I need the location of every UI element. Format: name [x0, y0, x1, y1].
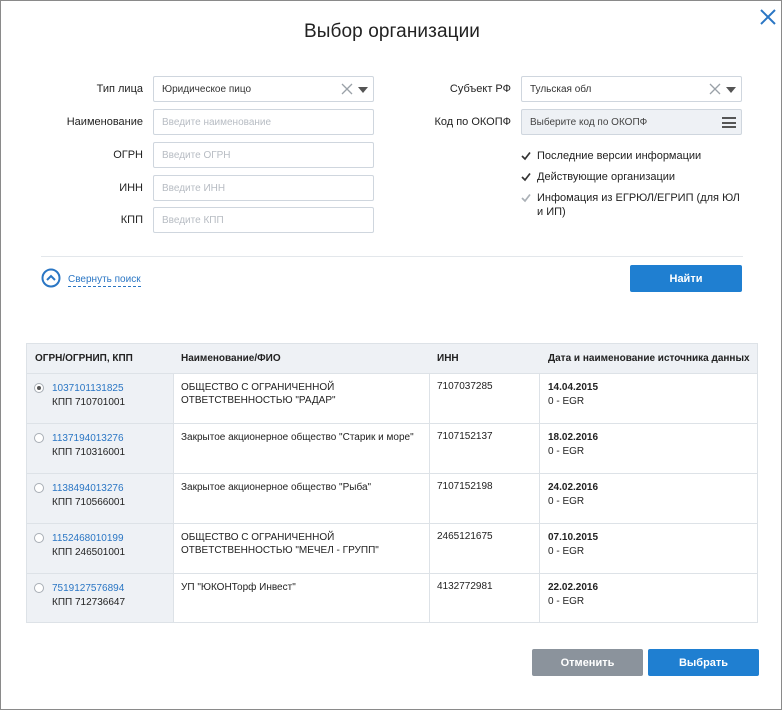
checkbox-label: Действующие организации [537, 171, 676, 183]
table-row[interactable]: 1138494013276 КПП 710566001 Закрытое акц… [27, 474, 757, 524]
inn-label: ИНН [119, 182, 143, 194]
chevron-down-icon[interactable] [358, 87, 368, 93]
name-input[interactable] [162, 116, 365, 128]
ogrn-link[interactable]: 1152468010199 [52, 533, 124, 544]
source-date: 24.02.2016 [548, 482, 599, 493]
menu-icon[interactable] [722, 117, 736, 128]
collapse-search-label[interactable]: Свернуть поиск [68, 274, 141, 287]
name-field[interactable] [153, 109, 374, 135]
kpp-value: КПП 712736647 [52, 597, 126, 608]
clear-icon[interactable] [709, 83, 721, 95]
table-row[interactable]: 1037101131825 КПП 710701001 ОБЩЕСТВО С О… [27, 374, 757, 424]
inn-value: 2465121675 [437, 531, 493, 542]
radio-icon[interactable] [34, 483, 44, 493]
name-label: Наименование [66, 116, 143, 128]
chevron-down-icon[interactable] [726, 87, 736, 93]
cancel-button[interactable]: Отменить [532, 649, 643, 676]
org-name: ОБЩЕСТВО С ОГРАНИЧЕННОЙ ОТВЕТСТВЕННОСТЬЮ… [181, 532, 379, 556]
kpp-input[interactable] [162, 214, 365, 226]
header-date-source: Дата и наименование источника данных [548, 353, 750, 364]
table-row[interactable]: 1137194013276 КПП 710316001 Закрытое акц… [27, 424, 757, 474]
okopf-label: Код по ОКОПФ [434, 116, 511, 128]
kpp-value: КПП 710566001 [52, 497, 126, 508]
source-name: 0 - EGR [548, 446, 585, 457]
checkbox-label: Инфомация из ЕГРЮЛ/ЕГРИП (для ЮЛ и ИП) [537, 192, 740, 218]
entity-type-select[interactable]: Юридическое пицо [153, 76, 374, 102]
source-name: 0 - EGR [548, 546, 585, 557]
ogrn-label: ОГРН [113, 149, 143, 161]
checkbox-checked-icon [521, 193, 531, 203]
source-name: 0 - EGR [548, 596, 585, 607]
header-ogrn: ОГРН/ОГРНИП, КПП [35, 353, 133, 364]
checkbox-egrul-info: Инфомация из ЕГРЮЛ/ЕГРИП (для ЮЛ и ИП) [521, 191, 743, 219]
chevron-up-circle-icon[interactable] [41, 268, 61, 293]
column-divider [539, 374, 540, 622]
column-divider [173, 374, 174, 622]
select-button[interactable]: Выбрать [648, 649, 759, 676]
org-name: Закрытое акционерное общество "Старик и … [181, 432, 414, 443]
ogrn-field[interactable] [153, 142, 374, 168]
ogrn-link[interactable]: 1137194013276 [52, 433, 124, 444]
ogrn-link[interactable]: 1138494013276 [52, 483, 124, 494]
ogrn-link[interactable]: 1037101131825 [52, 383, 124, 394]
checkbox-latest-versions[interactable]: Последние версии информации [521, 149, 743, 163]
header-inn: ИНН [437, 353, 459, 364]
kpp-value: КПП 246501001 [52, 547, 126, 558]
inn-value: 4132772981 [437, 581, 493, 592]
org-select-dialog: Выбор организации Тип лица Юридическое п… [0, 0, 782, 710]
inn-value: 7107152137 [437, 431, 493, 442]
checkbox-label: Последние версии информации [537, 150, 702, 162]
ogrn-link[interactable]: 7519127576894 [52, 583, 124, 594]
org-name: Закрытое акционерное общество "Рыба" [181, 482, 372, 493]
results-table: ОГРН/ОГРНИП, КПП Наименование/ФИО ИНН Да… [26, 343, 758, 623]
region-label: Субъект РФ [449, 83, 511, 95]
table-row[interactable]: 7519127576894 КПП 712736647 УП "ЮКОНТорф… [27, 574, 757, 624]
source-date: 07.10.2015 [548, 532, 599, 543]
source-date: 18.02.2016 [548, 432, 599, 443]
okopf-placeholder: Выберите код по ОКОПФ [530, 116, 648, 128]
source-date: 14.04.2015 [548, 382, 599, 393]
source-name: 0 - EGR [548, 396, 585, 407]
kpp-label: КПП [120, 214, 143, 226]
okopf-select[interactable]: Выберите код по ОКОПФ [521, 109, 742, 135]
region-select[interactable]: Тульская обл [521, 76, 742, 102]
inn-value: 7107152198 [437, 481, 493, 492]
header-name: Наименование/ФИО [181, 353, 281, 364]
table-header: ОГРН/ОГРНИП, КПП Наименование/ФИО ИНН Да… [27, 344, 757, 374]
checkbox-checked-icon[interactable] [521, 172, 531, 182]
inn-input[interactable] [162, 182, 365, 194]
kpp-field[interactable] [153, 207, 374, 233]
find-button[interactable]: Найти [630, 265, 742, 292]
clear-icon[interactable] [341, 83, 353, 95]
divider [41, 256, 743, 257]
region-value: Тульская обл [530, 83, 592, 95]
radio-icon[interactable] [34, 533, 44, 543]
kpp-value: КПП 710701001 [52, 397, 126, 408]
collapse-search-link[interactable]: Свернуть поиск [41, 268, 141, 293]
inn-field[interactable] [153, 175, 374, 201]
radio-icon[interactable] [34, 433, 44, 443]
source-name: 0 - EGR [548, 496, 585, 507]
ogrn-input[interactable] [162, 149, 365, 161]
kpp-value: КПП 710316001 [52, 447, 126, 458]
org-name: ОБЩЕСТВО С ОГРАНИЧЕННОЙ ОТВЕТСТВЕННОСТЬЮ… [181, 382, 336, 406]
org-name: УП "ЮКОНТорф Инвест" [181, 582, 296, 593]
entity-type-value: Юридическое пицо [162, 83, 252, 95]
radio-icon[interactable] [34, 383, 44, 393]
checkbox-active-orgs[interactable]: Действующие организации [521, 170, 743, 184]
column-divider [429, 374, 430, 622]
radio-icon[interactable] [34, 583, 44, 593]
dialog-title: Выбор организации [303, 21, 481, 42]
inn-value: 7107037285 [437, 381, 493, 392]
source-date: 22.02.2016 [548, 582, 599, 593]
table-row[interactable]: 1152468010199 КПП 246501001 ОБЩЕСТВО С О… [27, 524, 757, 574]
entity-type-label: Тип лица [96, 83, 143, 95]
checkbox-checked-icon[interactable] [521, 151, 531, 161]
